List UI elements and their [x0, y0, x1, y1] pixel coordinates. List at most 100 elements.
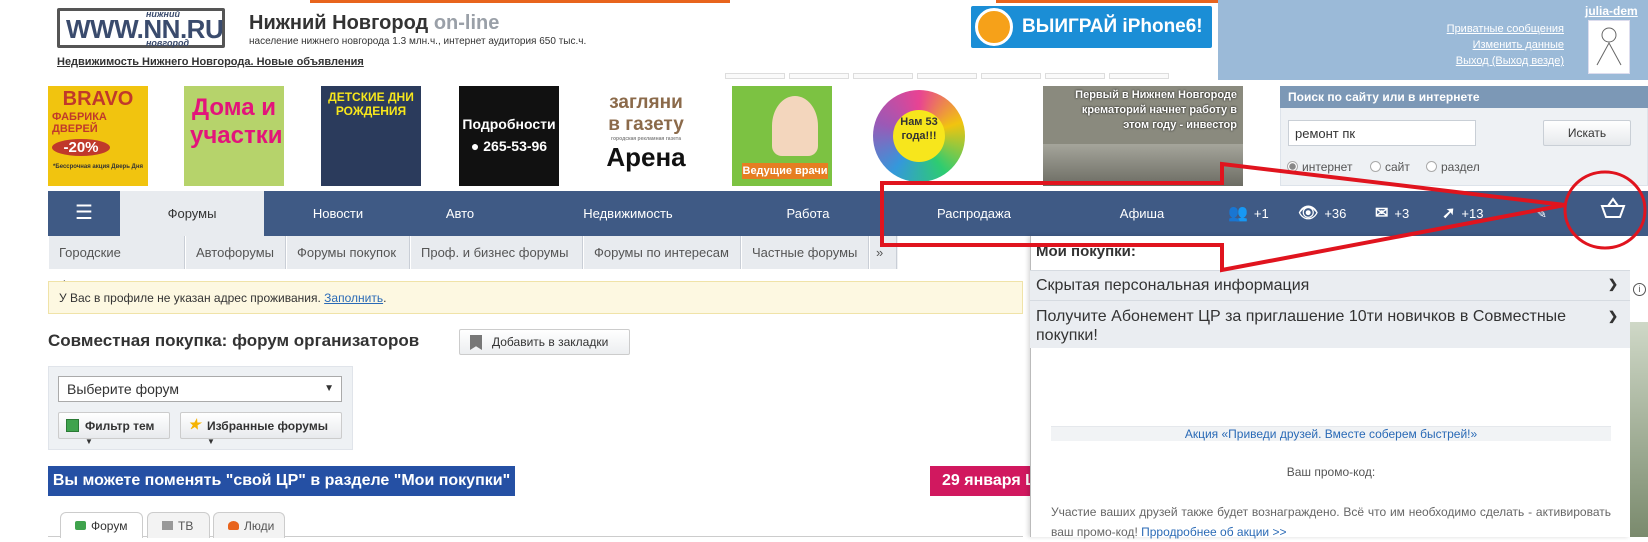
- search-option-section[interactable]: раздел: [1426, 160, 1480, 174]
- dropdown-arrow-icon: ▼: [324, 383, 334, 394]
- ad-banner-phone[interactable]: Подробности ● 265-53-96: [459, 86, 559, 186]
- radio-icon: [1370, 161, 1381, 172]
- avatar[interactable]: [1588, 20, 1630, 74]
- my-purchases-title: Мои покупки:: [1036, 243, 1136, 260]
- subtab-city-forums[interactable]: Городские форумы: [48, 236, 185, 293]
- phone-icon: ●: [470, 138, 484, 154]
- filter-square-icon: [66, 419, 79, 432]
- tab-forum-label: Форум: [91, 519, 128, 533]
- ad-phone-number: ● 265-53-96: [459, 138, 559, 154]
- rating-arrow-icon: ➚: [1442, 205, 1456, 222]
- ad-bravo-subtitle: ФАБРИКА ДВЕРЕЙ: [52, 111, 107, 135]
- promo-description: Участие ваших друзей также будет вознагр…: [1051, 502, 1611, 542]
- date-banner[interactable]: 29 января ЦР: [930, 466, 1030, 496]
- ad-phone-title: Подробности: [462, 116, 556, 132]
- tab-people-label: Люди: [244, 519, 275, 533]
- ad-banner-bravo[interactable]: BRAVO ФАБРИКА ДВЕРЕЙ -20% *Бессрочная ак…: [48, 86, 148, 186]
- ad-banner-houses[interactable]: Дома и участки: [184, 86, 284, 186]
- ad-arena-top: загляни в газету: [608, 92, 684, 135]
- search-option-internet[interactable]: интернет: [1287, 160, 1352, 174]
- nav-sale[interactable]: Распродажа: [910, 191, 1038, 236]
- ad-banner-birthdays[interactable]: ДЕТСКИЕ ДНИ РОЖДЕНИЯ: [321, 86, 421, 186]
- hidden-info-label: Скрытая персональная информация: [1036, 277, 1310, 294]
- ad-birthdays-text: ДЕТСКИЕ ДНИ РОЖДЕНИЯ: [328, 90, 414, 118]
- views-counter[interactable]: 👁 +36: [1298, 191, 1346, 236]
- change-cr-banner[interactable]: Вы можете поменять "свой ЦР" в разделе "…: [48, 466, 515, 496]
- rating-counter[interactable]: ➚ +13: [1442, 191, 1483, 236]
- promo-code-label: Ваш промо-код:: [1286, 465, 1376, 479]
- star-icon: ★: [188, 416, 201, 432]
- subtab-business-forums[interactable]: Проф. и бизнес форумы: [410, 236, 583, 269]
- username-link[interactable]: julia-dem: [1585, 4, 1638, 18]
- favorite-forums-label: Избранные форумы: [207, 419, 328, 433]
- search-option-label: раздел: [1441, 160, 1480, 174]
- fill-profile-link[interactable]: Заполнить: [324, 291, 383, 305]
- invite-friends-promo[interactable]: Акция «Приведи друзей. Вместе соберем бы…: [1051, 426, 1611, 441]
- search-button[interactable]: Искать: [1543, 120, 1631, 146]
- friends-counter[interactable]: 👥 +1: [1228, 191, 1269, 236]
- search-input[interactable]: [1288, 120, 1476, 146]
- realty-link[interactable]: Недвижимость Нижнего Новгорода. Новые об…: [57, 56, 364, 68]
- logo-bottom-text: новгород: [146, 38, 190, 48]
- hidden-info-accordion[interactable]: Скрытая персональная информация ❯: [1030, 270, 1630, 300]
- ad-houses-text: Дома и участки: [190, 94, 283, 149]
- tab-tv[interactable]: ТВ: [147, 512, 210, 538]
- add-bookmark-label: Добавить в закладки: [492, 335, 609, 349]
- site-subtitle: население нижнего новгорода 1.3 млн.ч., …: [249, 36, 587, 47]
- search-option-site[interactable]: сайт: [1370, 160, 1410, 174]
- subtab-auto-forums[interactable]: Автофорумы: [185, 236, 286, 269]
- filter-topics-button[interactable]: Фильтр тем ▼: [58, 412, 170, 446]
- nav-news[interactable]: Новости: [284, 191, 392, 236]
- tab-forum[interactable]: Форум: [60, 512, 143, 538]
- messages-counter[interactable]: ✉ +3: [1375, 191, 1409, 236]
- filter-topics-label: Фильтр тем: [85, 419, 155, 433]
- subtab-more-chevron-icon[interactable]: »: [869, 236, 897, 269]
- subscription-offer-accordion[interactable]: Получите Абонемент ЦР за приглашение 10т…: [1030, 300, 1630, 348]
- search-option-label: интернет: [1302, 160, 1353, 174]
- search-option-label: сайт: [1385, 160, 1410, 174]
- search-heading: Поиск по сайту или в интернете: [1280, 86, 1648, 108]
- info-icon[interactable]: i: [1633, 283, 1646, 296]
- add-bookmark-button[interactable]: Добавить в закладки: [459, 329, 630, 355]
- favorite-forums-button[interactable]: ★ Избранные форумы ▼: [180, 412, 342, 446]
- ad-arena-name: Арена: [606, 142, 686, 172]
- forum-select-value: Выберите форум: [67, 381, 179, 397]
- tab-tv-label: ТВ: [178, 519, 194, 533]
- subtab-private-forums[interactable]: Частные форумы: [741, 236, 869, 269]
- subtab-shopping-forums[interactable]: Форумы покупок: [286, 236, 410, 269]
- nav-events[interactable]: Афиша: [1100, 191, 1184, 236]
- private-messages-link[interactable]: Приватные сообщения: [1447, 23, 1564, 35]
- profile-notice: У Вас в профиле не указан адрес проживан…: [48, 281, 1023, 314]
- hamburger-menu-icon[interactable]: ☰: [48, 191, 120, 236]
- chat-bubble-icon: ✉: [1375, 205, 1389, 222]
- nav-jobs[interactable]: Работа: [760, 191, 856, 236]
- ad-bravo-discount: -20%: [52, 139, 110, 156]
- ad-doctors-photo: [772, 96, 818, 156]
- ad-crematorium-photo: [1043, 144, 1243, 186]
- forum-select[interactable]: Выберите форум ▼: [58, 376, 342, 402]
- edit-pen-icon[interactable]: ✎: [1536, 191, 1547, 236]
- chevron-down-icon: ▼: [85, 437, 93, 446]
- logout-link[interactable]: Выход (Выход везде): [1456, 55, 1564, 67]
- nav-realty[interactable]: Недвижимость: [550, 191, 706, 236]
- chevron-down-icon: ❯: [1607, 277, 1618, 291]
- chevron-down-icon: ▼: [207, 437, 215, 446]
- radio-icon: [1426, 161, 1437, 172]
- ad-banner-arena[interactable]: загляни в газету городская рекламная газ…: [596, 86, 696, 186]
- nav-auto[interactable]: Авто: [420, 191, 500, 236]
- tab-people[interactable]: Люди: [213, 512, 285, 538]
- edit-profile-link[interactable]: Изменить данные: [1473, 39, 1564, 51]
- notice-period: .: [383, 291, 387, 305]
- ad-banner-doctors[interactable]: Ведущие врачи: [732, 86, 832, 186]
- subtab-interest-forums[interactable]: Форумы по интересам: [583, 236, 741, 269]
- site-title-suffix: on-line: [433, 12, 500, 34]
- iphone-banner-text: ВЫИГРАЙ iPhone6!: [1022, 16, 1203, 37]
- shopping-basket-icon[interactable]: [1600, 191, 1626, 236]
- page-title: Совместная покупка: форум организаторов: [48, 331, 420, 350]
- ad-banner-cosmetology[interactable]: Нам 53 года!!!: [869, 86, 969, 186]
- ad-banner-crematorium[interactable]: Первый в Нижнем Новгороде крематорий нач…: [1043, 86, 1243, 186]
- eye-icon: 👁: [1298, 205, 1319, 222]
- nav-forums[interactable]: Форумы: [120, 191, 264, 236]
- friends-icon: 👥: [1228, 205, 1248, 222]
- messages-count: +3: [1394, 206, 1410, 221]
